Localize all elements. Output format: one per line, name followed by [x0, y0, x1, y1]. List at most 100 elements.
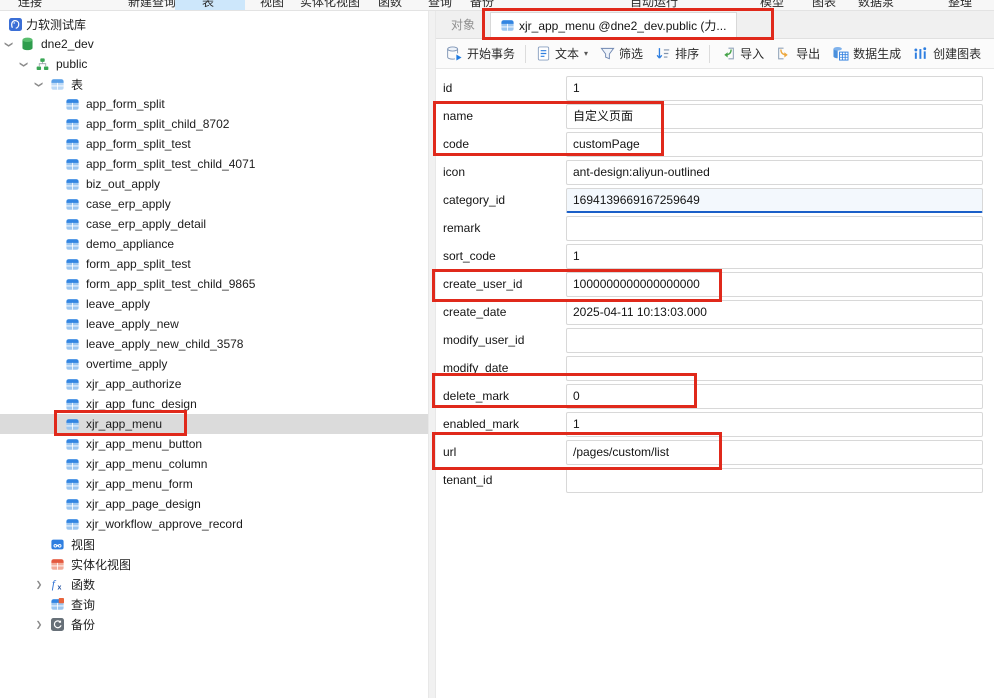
tree-item-app_form_split[interactable]: app_form_split: [0, 94, 428, 114]
toolbar-button-label: 导出: [796, 45, 820, 62]
main-toolbar-button-clipped[interactable]: 实体化视图: [300, 0, 360, 10]
tree-item-leave_apply_new[interactable]: leave_apply_new: [0, 314, 428, 334]
create-chart-button[interactable]: 创建图表: [907, 42, 987, 66]
main-toolbar-button-clipped[interactable]: 备份: [470, 0, 494, 10]
tab-objects[interactable]: 对象: [436, 12, 490, 38]
tree-item-xjr_app_menu_button[interactable]: xjr_app_menu_button: [0, 434, 428, 454]
tree-item-xjr_app_menu[interactable]: xjr_app_menu: [0, 414, 428, 434]
field-value-create_user_id[interactable]: 1000000000000000000: [566, 272, 983, 297]
field-name-label: url: [436, 445, 566, 459]
tree-item--[interactable]: 查询: [0, 594, 428, 614]
field-value-modify_date[interactable]: [566, 356, 983, 381]
tree-item-label: xjr_app_authorize: [86, 377, 181, 391]
tree-item-xjr_app_authorize[interactable]: xjr_app_authorize: [0, 374, 428, 394]
tree-item--[interactable]: 视图: [0, 534, 428, 554]
table-icon: [65, 437, 79, 451]
field-name-label: name: [436, 109, 566, 123]
tree-item-leave_apply_new_child_3578[interactable]: leave_apply_new_child_3578: [0, 334, 428, 354]
tree-item-case_erp_apply_detail[interactable]: case_erp_apply_detail: [0, 214, 428, 234]
main-toolbar-button-clipped[interactable]: 表: [202, 0, 214, 10]
dropdown-caret-icon[interactable]: ▾: [584, 49, 588, 58]
begin-transaction-button[interactable]: 开始事务: [440, 42, 521, 66]
tree-item--[interactable]: ❯fx函数: [0, 574, 428, 594]
field-row-url: url/pages/custom/list: [436, 438, 994, 466]
tree-item--[interactable]: 实体化视图: [0, 554, 428, 574]
tree-item--[interactable]: ❯表: [0, 74, 428, 94]
tree-item-form_app_split_test[interactable]: form_app_split_test: [0, 254, 428, 274]
toolbar-button-label: 导入: [740, 45, 764, 62]
chevron-down-icon[interactable]: ❯: [35, 79, 44, 89]
field-value-url[interactable]: /pages/custom/list: [566, 440, 983, 465]
tree-item--[interactable]: ❯ 备份: [0, 614, 428, 634]
tree-item--[interactable]: 力软测试库: [0, 14, 428, 34]
text-view-button[interactable]: 文本▾: [530, 42, 594, 66]
tab-table-data-active[interactable]: xjr_app_menu @dne2_dev.public (力...: [490, 12, 737, 38]
tree-item-overtime_apply[interactable]: overtime_apply: [0, 354, 428, 374]
export-button[interactable]: 导出: [770, 42, 826, 66]
main-toolbar-button-clipped[interactable]: 数据泵: [858, 0, 894, 10]
tree-item-xjr_workflow_approve_record[interactable]: xjr_workflow_approve_record: [0, 514, 428, 534]
tree-item-biz_out_apply[interactable]: biz_out_apply: [0, 174, 428, 194]
field-name-label: modify_user_id: [436, 333, 566, 347]
tree-item-xjr_app_menu_column[interactable]: xjr_app_menu_column: [0, 454, 428, 474]
field-value-delete_mark[interactable]: 0: [566, 384, 983, 409]
sort-button[interactable]: 排序: [649, 42, 705, 66]
field-value-code[interactable]: customPage: [566, 132, 983, 157]
tree-item-xjr_app_page_design[interactable]: xjr_app_page_design: [0, 494, 428, 514]
tree-item-xjr_app_func_design[interactable]: xjr_app_func_design: [0, 394, 428, 414]
tree-item-demo_appliance[interactable]: demo_appliance: [0, 234, 428, 254]
chevron-down-icon[interactable]: ❯: [20, 59, 29, 69]
chevron-down-icon[interactable]: ❯: [5, 39, 14, 49]
field-value-category_id[interactable]: 1694139669167259649: [566, 188, 983, 213]
main-toolbar-button-clipped[interactable]: 视图: [260, 0, 284, 10]
data-generation-button[interactable]: 数据生成: [826, 42, 907, 66]
tree-item-form_app_split_test_child_9865[interactable]: form_app_split_test_child_9865: [0, 274, 428, 294]
tree-item-app_form_split_child_8702[interactable]: app_form_split_child_8702: [0, 114, 428, 134]
field-name-label: create_user_id: [436, 277, 566, 291]
main-toolbar-button-clipped[interactable]: 整理: [948, 0, 972, 10]
field-value-create_date[interactable]: 2025-04-11 10:13:03.000: [566, 300, 983, 325]
tree-item-app_form_split_test_child_4071[interactable]: app_form_split_test_child_4071: [0, 154, 428, 174]
navicat-window: 连接新建查询表视图实体化视图函数查询备份自动运行模型图表数据泵整理 力软测试库❯…: [0, 0, 994, 698]
filter-button[interactable]: 筛选: [594, 42, 649, 66]
tree-item-xjr_app_menu_form[interactable]: xjr_app_menu_form: [0, 474, 428, 494]
field-value-tenant_id[interactable]: [566, 468, 983, 493]
tree-item-public[interactable]: ❯public: [0, 54, 428, 74]
field-value-modify_user_id[interactable]: [566, 328, 983, 353]
field-name-label: modify_date: [436, 361, 566, 375]
main-toolbar-button-clipped[interactable]: 新建查询: [128, 0, 176, 10]
import-button[interactable]: 导入: [714, 42, 770, 66]
table-icon: [65, 117, 79, 131]
export-icon: [776, 46, 792, 61]
table-icon: [65, 257, 79, 271]
tree-item-label: app_form_split: [86, 97, 165, 111]
tree-item-label: leave_apply_new: [86, 317, 179, 331]
field-row-enabled_mark: enabled_mark1: [436, 410, 994, 438]
field-value-sort_code[interactable]: 1: [566, 244, 983, 269]
main-toolbar-button-clipped[interactable]: 自动运行: [630, 0, 678, 10]
field-value-id[interactable]: 1: [566, 76, 983, 101]
tree-item-leave_apply[interactable]: leave_apply: [0, 294, 428, 314]
table-icon: [501, 19, 514, 32]
tree-item-app_form_split_test[interactable]: app_form_split_test: [0, 134, 428, 154]
field-value-remark[interactable]: [566, 216, 983, 241]
toolbar-separator: [525, 45, 526, 63]
table-icon: [65, 497, 79, 511]
main-toolbar-button-clipped[interactable]: 图表: [812, 0, 836, 10]
tree-item-label: 备份: [71, 616, 95, 633]
panel-splitter[interactable]: [428, 11, 436, 698]
field-value-name[interactable]: 自定义页面: [566, 104, 983, 129]
field-value-icon[interactable]: ant-design:aliyun-outlined: [566, 160, 983, 185]
chevron-right-icon[interactable]: ❯: [34, 620, 44, 629]
main-toolbar-button-clipped[interactable]: 函数: [378, 0, 402, 10]
field-name-label: id: [436, 81, 566, 95]
field-value-enabled_mark[interactable]: 1: [566, 412, 983, 437]
main-toolbar-button-clipped[interactable]: 连接: [18, 0, 42, 10]
tree-item-dne2_dev[interactable]: ❯dne2_dev: [0, 34, 428, 54]
table-icon: [65, 217, 79, 231]
main-toolbar-button-clipped[interactable]: 查询: [428, 0, 452, 10]
chevron-right-icon[interactable]: ❯: [34, 580, 44, 589]
tree-item-case_erp_apply[interactable]: case_erp_apply: [0, 194, 428, 214]
main-toolbar-button-clipped[interactable]: 模型: [760, 0, 784, 10]
field-row-remark: remark: [436, 214, 994, 242]
